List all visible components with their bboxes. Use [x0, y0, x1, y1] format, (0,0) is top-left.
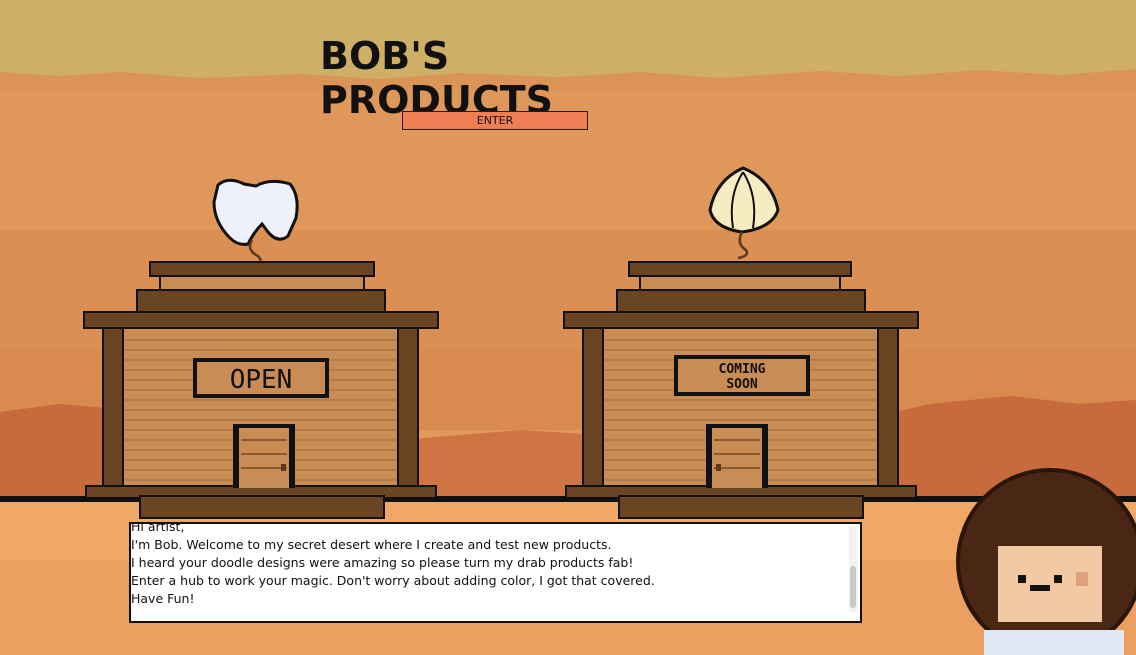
- dialog-line: Hi artist,: [131, 522, 185, 534]
- scroll-thumb[interactable]: [850, 566, 856, 608]
- sign-open-text: OPEN: [230, 365, 293, 395]
- dialog-line: Enter a hub to work your magic. Don't wo…: [131, 573, 655, 588]
- dialog-box[interactable]: Hi artist, I'm Bob. Welcome to my secret…: [129, 522, 862, 623]
- enter-button[interactable]: ENTER: [402, 111, 588, 130]
- sign-coming-text: COMING: [719, 362, 766, 377]
- dialog-scrollbar[interactable]: [849, 526, 857, 612]
- page-title: BOB'S PRODUCTS: [320, 34, 553, 122]
- dialog-line: I heard your doodle designs were amazing…: [131, 555, 634, 570]
- dialog-line: I'm Bob. Welcome to my secret desert whe…: [131, 537, 612, 552]
- sign-soon-text: SOON: [726, 377, 757, 392]
- dialog-text: Hi artist, I'm Bob. Welcome to my secret…: [131, 522, 846, 608]
- bob-avatar: [956, 468, 1136, 655]
- dialog-line: Have Fun!: [131, 591, 195, 606]
